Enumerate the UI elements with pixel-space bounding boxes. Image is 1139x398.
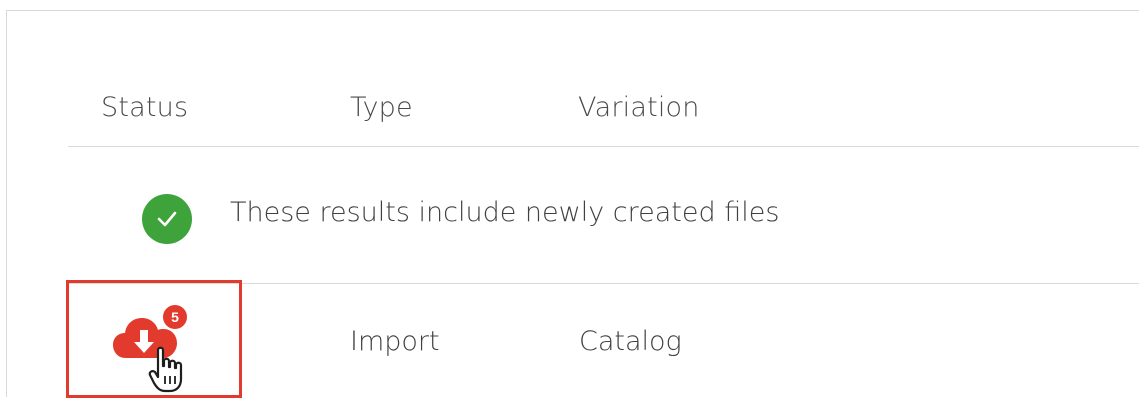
column-header-status[interactable]: Status <box>101 92 188 123</box>
column-header-variation[interactable]: Variation <box>578 92 700 123</box>
info-message-text: These results include newly created file… <box>230 197 780 228</box>
download-count-badge: 5 <box>161 303 189 331</box>
row-type-cell: Import <box>350 326 440 357</box>
table-row[interactable]: 5 Import Catalog <box>66 280 1139 398</box>
table-header-row: Status Type Variation <box>68 60 1139 147</box>
info-message-row: These results include newly created file… <box>68 147 1139 284</box>
hand-pointer-cursor-icon <box>148 346 190 394</box>
row-variation-cell: Catalog <box>579 326 682 357</box>
column-header-type[interactable]: Type <box>350 92 413 123</box>
check-circle-icon <box>142 194 192 244</box>
